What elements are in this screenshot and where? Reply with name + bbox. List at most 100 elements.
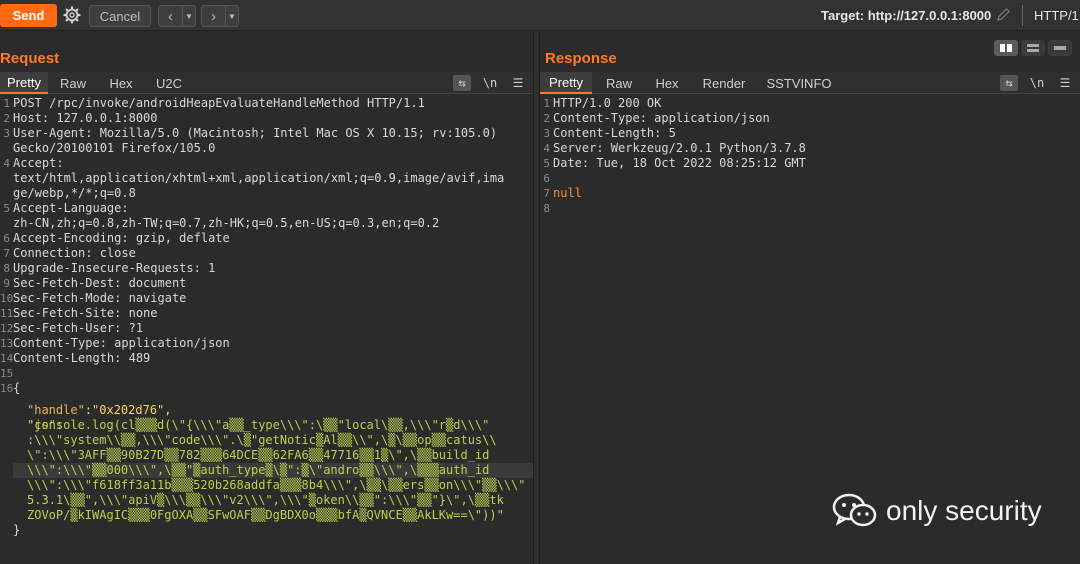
line-number: 15 (0, 367, 14, 380)
code-text: Upgrade-Insecure-Requests: 1 (13, 261, 216, 275)
newline-toggle[interactable]: \n (1028, 75, 1046, 91)
response-pane: Response Pretty Raw Hex Render SSTVINFO … (540, 32, 1080, 564)
js-string: ZOVoP/▒kIWAgIC▒▒▒0FgOXA▒▒SFwOAF▒▒DgBDX0o… (27, 508, 504, 522)
watermark: only security (832, 493, 1042, 529)
code-text: Content-Length: 5 (553, 126, 676, 140)
request-tab-u2c[interactable]: U2C (148, 72, 190, 94)
js-string: 5.3.1\▒▒",\\\"apiV▒\\\▒▒\\\"v2\\\",\\\"▒… (27, 493, 504, 507)
code-text: Connection: close (13, 246, 136, 260)
cancel-button[interactable]: Cancel (89, 5, 151, 27)
response-tab-hex[interactable]: Hex (646, 72, 688, 94)
pane-divider[interactable] (533, 32, 540, 564)
line-number: 11 (0, 307, 14, 320)
request-tab-pretty[interactable]: Pretty (0, 72, 48, 94)
response-title: Response (545, 50, 617, 67)
forward-nav: › ▼ (201, 5, 239, 27)
line-number: 5 (3, 202, 10, 215)
code-text: Content-Type: application/json (13, 336, 230, 350)
code-text: Sec-Fetch-Mode: navigate (13, 291, 187, 305)
line-number: 12 (0, 322, 14, 335)
line-number: 3 (543, 127, 550, 140)
line-number: 6 (3, 232, 10, 245)
code-text: User-Agent: Mozilla/5.0 (Macintosh; Inte… (13, 126, 498, 140)
line-number: 4 (3, 157, 10, 170)
code-text: Host: 127.0.0.1:8000 (13, 111, 158, 125)
layout-switcher (994, 40, 1072, 56)
layout-tabs-icon[interactable] (1048, 40, 1072, 56)
layout-side-by-side-icon[interactable] (994, 40, 1018, 56)
line-number: 2 (3, 112, 10, 125)
toolbar-separator (1022, 5, 1023, 26)
request-tab-raw[interactable]: Raw (52, 72, 94, 94)
watermark-text: only security (886, 495, 1042, 526)
line-number: 10 (0, 292, 14, 305)
response-tab-sstvinfo[interactable]: SSTVINFO (762, 72, 836, 94)
code-text: Server: Werkzeug/2.0.1 Python/3.7.8 (553, 141, 806, 155)
request-editor[interactable]: "handle":"0x202d76", "js": "console.log(… (0, 96, 536, 564)
code-text: Sec-Fetch-Site: none (13, 306, 158, 320)
js-line-highlighted: \\\":\\\"▒▒000\\\",\▒▒"▒auth_type▒\▒":▒\… (13, 463, 536, 478)
line-number: 9 (3, 277, 10, 290)
line-number: 8 (543, 202, 550, 215)
menu-icon[interactable]: ☰ (509, 75, 527, 91)
js-string: \\\":\\\"▒▒000\\\",\▒▒"▒auth_type▒\▒":▒\… (27, 463, 490, 477)
code-text: zh-CN,zh;q=0.8,zh-TW;q=0.7,zh-HK;q=0.5,e… (13, 216, 440, 230)
request-title: Request (0, 50, 60, 67)
code-text: { (13, 381, 21, 395)
response-tab-render[interactable]: Render (696, 72, 752, 94)
line-number: 4 (543, 142, 550, 155)
js-string: \\\":\\\"f618ff3a11b▒▒▒520b268addfa▒▒▒8b… (27, 478, 526, 492)
send-button[interactable]: Send (0, 4, 57, 27)
layout-stacked-icon[interactable] (1021, 40, 1045, 56)
code-text: HTTP/1.0 200 OK (553, 96, 662, 110)
pencil-icon[interactable] (995, 7, 1011, 23)
code-text: Sec-Fetch-Dest: document (13, 276, 187, 290)
gear-icon[interactable] (63, 6, 81, 24)
wrap-lines-icon[interactable]: ⇆ (453, 75, 471, 91)
line-number: 1 (543, 97, 550, 110)
code-text: Accept-Encoding: gzip, deflate (13, 231, 230, 245)
code-text: Sec-Fetch-User: ?1 (13, 321, 144, 335)
line-number: 7 (3, 247, 10, 260)
line-number: 5 (543, 157, 550, 170)
js-string: :\\\"system\\▒▒,\\\"code\\\".\▒"getNotic… (27, 433, 497, 447)
line-number: 7 (543, 187, 550, 200)
back-history-dropdown-icon[interactable]: ▼ (183, 12, 195, 21)
request-tab-hex[interactable]: Hex (100, 72, 142, 94)
code-text: null (553, 186, 582, 200)
line-number: 6 (543, 172, 550, 185)
menu-icon[interactable]: ☰ (1056, 75, 1074, 91)
json-line: "js": (0, 403, 533, 432)
target-label: Target: http://127.0.0.1:8000 (821, 8, 992, 23)
back-arrow-icon[interactable]: ‹ (159, 6, 183, 26)
js-string: \":\\\"3AFF▒▒90B27D▒▒782▒▒▒64DCE▒▒62FA6▒… (27, 448, 490, 462)
code-text: Gecko/20100101 Firefox/105.0 (13, 141, 216, 155)
forward-arrow-icon[interactable]: › (202, 6, 226, 26)
js-string: "console.log(cl▒▒▒d(\"{\\\"a▒▒_type\\\":… (27, 418, 490, 432)
code-text: Accept: (13, 156, 64, 170)
http-version-label[interactable]: HTTP/1 (1034, 8, 1079, 23)
line-number: 8 (3, 262, 10, 275)
response-tabs: Pretty Raw Hex Render SSTVINFO ⇆ \n ☰ (540, 72, 1080, 94)
line-number: 14 (0, 352, 14, 365)
wrap-lines-icon[interactable]: ⇆ (1000, 75, 1018, 91)
json-closing-brace: } (13, 523, 21, 537)
code-text: Date: Tue, 18 Oct 2022 08:25:12 GMT (553, 156, 806, 170)
line-number: 3 (3, 127, 10, 140)
line-number: 16 (0, 382, 14, 395)
code-text: Accept-Language: (13, 201, 129, 215)
code-text: Content-Length: 489 (13, 351, 151, 365)
request-pane: Request Pretty Raw Hex U2C ⇆ \n ☰ "handl… (0, 32, 536, 564)
forward-history-dropdown-icon[interactable]: ▼ (226, 12, 238, 21)
line-number: 1 (3, 97, 10, 110)
code-text: ge/webp,*/*;q=0.8 (13, 186, 136, 200)
newline-toggle[interactable]: \n (481, 75, 499, 91)
response-tab-raw[interactable]: Raw (598, 72, 640, 94)
code-text: text/html,application/xhtml+xml,applicat… (13, 171, 505, 185)
line-number: 2 (543, 112, 550, 125)
line-number: 13 (0, 337, 14, 350)
response-tab-pretty[interactable]: Pretty (540, 72, 592, 94)
code-text: Content-Type: application/json (553, 111, 770, 125)
wechat-logo-icon (832, 493, 877, 527)
back-nav: ‹ ▼ (158, 5, 196, 27)
